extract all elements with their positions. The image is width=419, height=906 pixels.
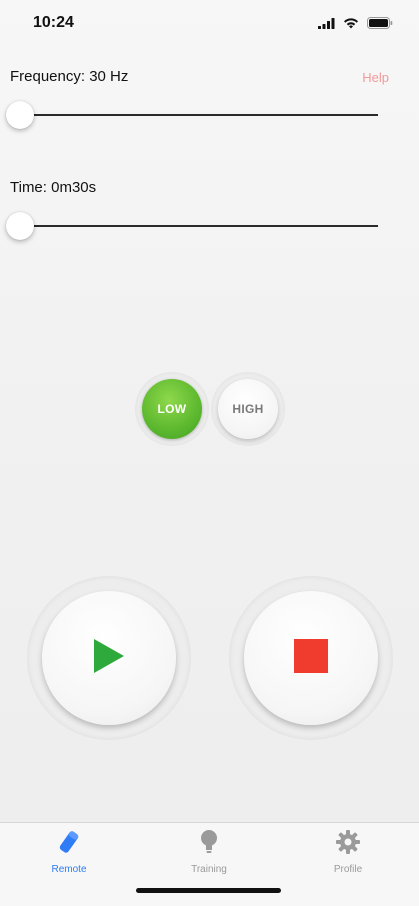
tab-remote[interactable]: Remote <box>19 829 119 875</box>
time-slider-thumb[interactable] <box>6 212 34 240</box>
low-mode-label: LOW <box>142 379 202 439</box>
time-label: Time: 0m30s <box>10 179 97 196</box>
stop-button[interactable] <box>229 576 393 740</box>
status-time: 10:24 <box>33 14 74 31</box>
time-slider-track[interactable] <box>20 225 378 227</box>
app-screen: 10:24 Frequency: 30 Hz Help Time: 0m30s … <box>0 0 419 906</box>
time-slider[interactable] <box>6 211 378 241</box>
frequency-label: Frequency: 30 Hz <box>10 68 129 85</box>
tab-remote-label: Remote <box>51 864 87 875</box>
status-bar: 10:24 <box>0 0 419 46</box>
battery-icon <box>367 16 393 34</box>
lightbulb-icon <box>197 829 221 860</box>
play-button-face[interactable] <box>42 591 176 725</box>
status-icons <box>318 16 393 34</box>
signal-icon <box>318 16 335 34</box>
stop-button-face[interactable] <box>244 591 378 725</box>
frequency-slider-thumb[interactable] <box>6 101 34 129</box>
tab-training-label: Training <box>191 864 227 875</box>
stop-icon <box>294 638 328 678</box>
high-mode-label: HIGH <box>218 379 278 439</box>
wifi-icon <box>343 16 359 34</box>
tab-training[interactable]: Training <box>159 829 259 875</box>
gear-icon <box>335 829 361 860</box>
frequency-slider[interactable] <box>6 100 378 130</box>
play-button[interactable] <box>27 576 191 740</box>
mode-toggle: LOW HIGH <box>135 372 285 446</box>
help-link[interactable]: Help <box>362 70 389 85</box>
home-indicator[interactable] <box>136 888 281 893</box>
tab-bar: Remote Training Profile <box>0 822 419 906</box>
high-mode-button[interactable]: HIGH <box>211 372 285 446</box>
tab-profile-label: Profile <box>333 864 363 875</box>
frequency-slider-track[interactable] <box>20 114 378 116</box>
play-icon <box>92 637 126 680</box>
tab-profile[interactable]: Profile <box>298 829 398 875</box>
low-mode-button[interactable]: LOW <box>135 372 209 446</box>
remote-icon <box>54 829 84 860</box>
